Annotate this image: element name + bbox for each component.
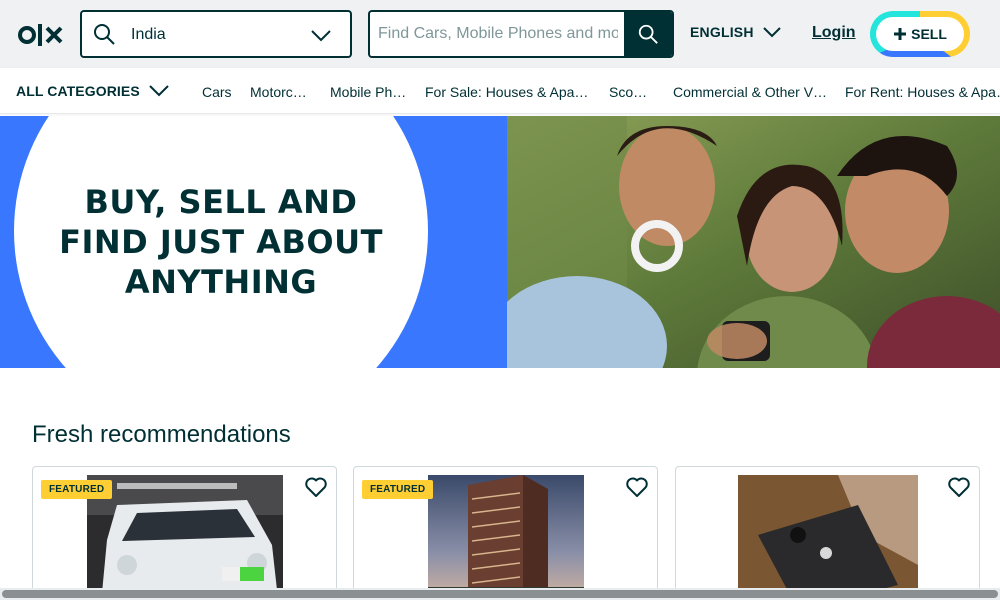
horizontal-scrollbar[interactable]	[0, 588, 1000, 600]
listing-card[interactable]: FEATURED	[32, 466, 337, 600]
olx-logo[interactable]	[18, 21, 64, 49]
sell-label: SELL	[911, 26, 947, 42]
heart-icon[interactable]	[304, 475, 328, 499]
category-houses-for-rent[interactable]: For Rent: Houses & Apa…	[845, 84, 1000, 100]
top-header: India ENGLISH Login SELL	[0, 0, 1000, 68]
sell-button-inner: SELL	[876, 17, 964, 51]
chevron-down-icon[interactable]	[762, 22, 782, 42]
category-scooters[interactable]: Sco…	[609, 84, 647, 100]
category-motorcycles[interactable]: Motorc…	[250, 84, 307, 100]
login-link[interactable]: Login	[812, 24, 856, 42]
category-cars[interactable]: Cars	[202, 84, 232, 100]
category-commercial-vehicles[interactable]: Commercial & Other V…	[673, 84, 827, 100]
listing-image-car	[87, 475, 283, 600]
banner-photo-friends	[507, 116, 1000, 368]
heart-icon[interactable]	[625, 475, 649, 499]
chevron-down-icon[interactable]	[310, 24, 332, 46]
sell-button[interactable]: SELL	[870, 11, 970, 57]
search-icon	[638, 24, 658, 44]
all-categories-button[interactable]: ALL CATEGORIES	[16, 83, 140, 99]
listing-card[interactable]	[675, 466, 980, 600]
featured-badge: FEATURED	[41, 480, 113, 499]
banner-left-panel: BUY, SELL AND FIND JUST ABOUT ANYTHING	[0, 116, 507, 368]
listing-image-phone	[738, 475, 918, 600]
banner-headline: BUY, SELL AND FIND JUST ABOUT ANYTHING	[14, 182, 428, 302]
listing-image-building	[428, 475, 584, 600]
section-title: Fresh recommendations	[32, 421, 291, 448]
heart-icon[interactable]	[947, 475, 971, 499]
search-icon	[94, 24, 115, 45]
search-button[interactable]	[624, 12, 672, 56]
language-selector[interactable]: ENGLISH	[690, 24, 754, 40]
category-bar: ALL CATEGORIES Cars Motorc… Mobile Ph… F…	[0, 68, 1000, 114]
category-houses-for-sale[interactable]: For Sale: Houses & Apa…	[425, 84, 588, 100]
plus-icon	[894, 28, 907, 40]
search-bar	[368, 10, 674, 58]
category-mobile-phones[interactable]: Mobile Ph…	[330, 84, 406, 100]
banner-line: FIND JUST ABOUT	[59, 223, 383, 261]
scrollbar-thumb[interactable]	[2, 590, 998, 598]
banner-line: BUY, SELL AND	[84, 183, 358, 221]
banner-line: ANYTHING	[124, 263, 318, 301]
listing-card[interactable]: FEATURED	[353, 466, 658, 600]
location-value: India	[131, 26, 166, 43]
location-selector[interactable]: India	[80, 10, 352, 58]
hero-banner[interactable]: BUY, SELL AND FIND JUST ABOUT ANYTHING	[0, 116, 1000, 368]
search-input[interactable]	[370, 12, 626, 56]
featured-badge: FEATURED	[362, 480, 434, 499]
chevron-down-icon[interactable]	[148, 79, 170, 101]
